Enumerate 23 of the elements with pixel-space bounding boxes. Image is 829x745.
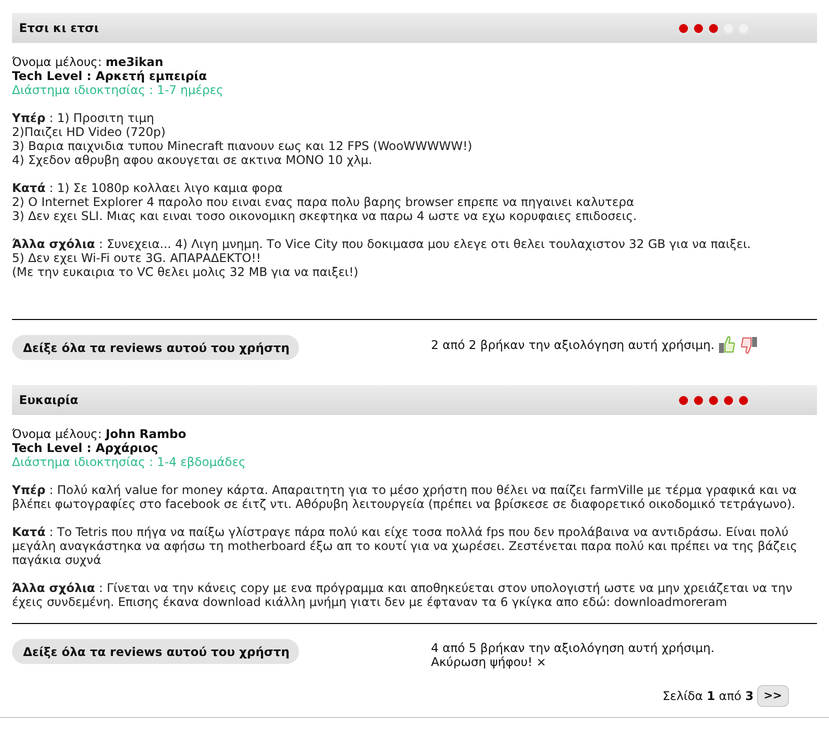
review-title: Ετσι κι ετσι [19,20,99,37]
review-section: Άλλα σχόλια : Συνεχεια... 4) Λιγη μνημη. Το Vice City που δοκιμασα μου ελεγε οτι θελει τουλαχιστον 32 GB για να παιξει. 5) Δεν εχει Wi-Fi ουτε 3G. ΑΠΑΡΑΔΕΚΤΟ!! (Με την ευκαιρια το VC θελει μολις 32 MB για να παιξει!) [12,237,817,279]
next-page-button[interactable]: >> [756,685,789,707]
review-section: Κατά : 1) Σε 1080p κολλαει λιγο καμια φορα 2) Ο Internet Explorer 4 παρολο που ειναι ενας παρα πολυ βαρης browser επρεπε να πηγαινει καλυτερα 3) Δεν εχει SLI. Μιας και ειναι τοσο οικονομικη σκεφτηκα να παρω 4 ωστε να εχω κορυφαιες επιδοσεις. [12,181,817,223]
review-section: Υπέρ : Πολύ καλή value for money κάρτα. Απαραιτητη για το μέσο χρήστη που θέλει να παίζει farmVille με τέρμα γραφικά και να βλέπει φωτογραφίες στο facebook σε έιτζ ντι. Αθόρυβη λειτουργεία (πρέπει να βρίσκεσε σε διαφορετικό οικοδομικό τετράγωνο). [12,483,817,511]
review-section: Άλλα σχόλια : Γίνεται να την κάνεις copy με ενα πρόγραμμα και αποθηκεύεται στον υπολογιστή ωστε να μην χρειάζεται να την έχεις συνδεμένη. Επισης έκανα download κιάλλη μνήμη γιατι δεν με έφταναν τα 6 γκίγκα απο εδώ: downloadmoreram [12,581,817,609]
review-section: Υπέρ : 1) Προσιτη τιμη 2)Παιζει HD Video (720p) 3) Βαρια παιχνιδια τυπου Minecraft πιανουν εως και 12 FPS (WooWWWWW!) 4) Σχεδον αθρυβη αφου ακουγεται σε ακτινα ΜΟΝΟ 10 χλμ. [12,111,817,167]
ownership-period: Διάστημα ιδιοκτησίας : 1-4 εβδομάδες [12,455,247,469]
show-all-reviews-button[interactable]: Δείξε όλα τα reviews αυτού του χρήστη [12,639,299,664]
helpful-count: 2 από 2 βρήκαν την αξιολόγηση αυτή χρήσιμη. [431,338,714,352]
tech-level: Tech Level : Αρχάριος [12,441,160,455]
page-indicator: Σελίδα 1 από 3 [662,688,754,705]
review-section: Κατά : Το Tetris που πήγα να παίξω γλίστραγε πάρα πολύ και είχε τοσα πολλά fps που δεν προλάβαινα να αντιδράσω. Είναι πολύ μεγάλη αναγκάστηκα να αφήσω τη motherboard έξω απ το κουτί για να χωρέσει. Ζεστένεται παρα πολύ και πρέπει να της βάζεις παγάκια συχνά [12,525,817,567]
member-name: Όνομα μέλους: John Rambo [12,427,188,441]
thumbs-up-icon[interactable] [718,335,736,355]
thumbs-down-icon[interactable] [740,335,758,355]
member-name: Όνομα μέλους: me3ikan [12,55,164,69]
ownership-period: Διάστημα ιδιοκτησίας : 1-7 ημέρες [12,83,224,97]
helpful-count: 4 από 5 βρήκαν την αξιολόγηση αυτή χρήσιμη. Ακύρωση ψήφου! × [431,641,716,669]
show-all-reviews-button[interactable]: Δείξε όλα τα reviews αυτού του χρήστη [12,335,299,360]
cancel-vote-link[interactable]: Ακύρωση ψήφου! × [431,655,546,669]
review-title: Ευκαιρία [19,392,78,409]
tech-level: Tech Level : Αρκετή εμπειρία [12,69,208,83]
